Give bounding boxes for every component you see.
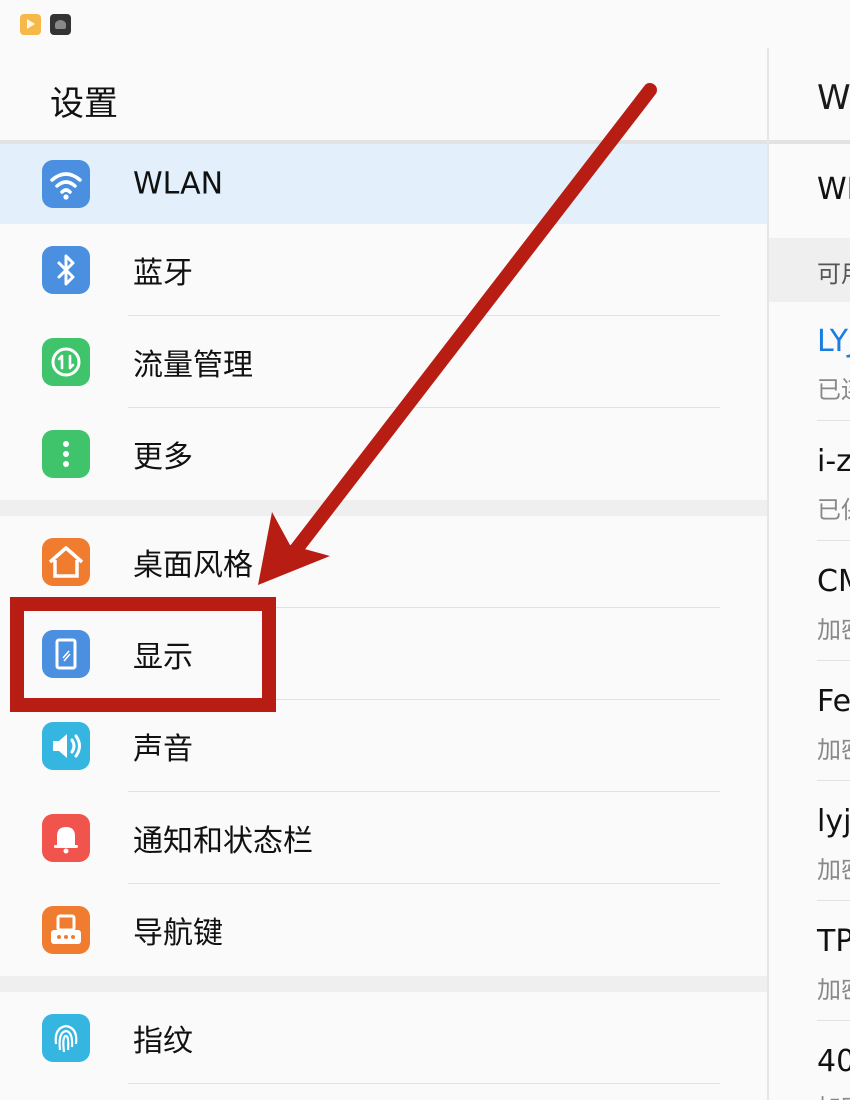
wlan-detail-panel: W WL 可用 LYJ 已连 i-z 已保 CM 加密 Fe 加密 lyj- 加… [769, 48, 850, 1100]
row-divider [817, 420, 850, 421]
annotation-highlight-box [10, 597, 276, 712]
traffic-icon [42, 338, 90, 386]
network-status: 加密 [817, 1088, 850, 1100]
huawei-app-icon [50, 14, 71, 35]
settings-item-bluetooth[interactable]: 蓝牙 [0, 224, 767, 316]
settings-item-label: 导航键 [133, 916, 223, 951]
video-app-icon [20, 14, 41, 35]
network-status: 加密 [817, 616, 850, 644]
wlan-toggle-label[interactable]: WL [817, 172, 850, 207]
settings-item-label: 指纹 [133, 1024, 193, 1059]
detail-title: W [817, 78, 850, 118]
home-style-icon [42, 538, 90, 586]
row-divider [817, 780, 850, 781]
network-name[interactable]: lyj- [817, 804, 850, 839]
row-divider [128, 1083, 720, 1084]
settings-list-panel: 设置 WLAN 蓝牙 流量管理 更多 桌面风格 显示 声音 通知和状态栏 导航键… [0, 48, 767, 1100]
settings-item-more[interactable]: 更多 [0, 408, 767, 500]
settings-item-label: 声音 [133, 732, 193, 767]
network-name[interactable]: i-z [817, 444, 850, 479]
bluetooth-icon [42, 246, 90, 294]
settings-item-sound[interactable]: 声音 [0, 700, 767, 792]
row-divider [817, 1020, 850, 1021]
settings-item-label: 通知和状态栏 [133, 824, 313, 859]
settings-item-fingerprint[interactable]: 指纹 [0, 992, 767, 1084]
sound-icon [42, 722, 90, 770]
notification-icon [42, 814, 90, 862]
network-name[interactable]: LYJ [817, 324, 850, 359]
settings-item-notification[interactable]: 通知和状态栏 [0, 792, 767, 884]
network-name[interactable]: 40 [817, 1044, 850, 1079]
settings-item-home-style[interactable]: 桌面风格 [0, 516, 767, 608]
row-divider [817, 540, 850, 541]
settings-item-label: WLAN [133, 166, 224, 202]
network-status: 已连 [817, 376, 850, 404]
network-status: 已保 [817, 496, 850, 524]
settings-item-navigation-key[interactable]: 导航键 [0, 884, 767, 976]
row-divider [817, 660, 850, 661]
title-divider [769, 140, 850, 144]
wifi-icon [42, 160, 90, 208]
network-name[interactable]: Fe [817, 684, 850, 719]
network-status: 加密 [817, 976, 850, 1004]
settings-item-wlan[interactable]: WLAN [0, 144, 767, 224]
section-gap [0, 500, 767, 516]
settings-item-traffic[interactable]: 流量管理 [0, 316, 767, 408]
page-title: 设置 [50, 84, 118, 124]
navigation-key-icon [42, 906, 90, 954]
more-icon [42, 430, 90, 478]
settings-item-label: 蓝牙 [133, 256, 193, 291]
network-name[interactable]: TP [817, 924, 850, 959]
network-status: 加密 [817, 856, 850, 884]
settings-item-label: 桌面风格 [133, 548, 253, 583]
available-networks-header: 可用 [769, 238, 850, 302]
section-gap [0, 976, 767, 992]
network-status: 加密 [817, 736, 850, 764]
settings-item-label: 流量管理 [133, 348, 253, 383]
settings-item-label: 更多 [133, 440, 193, 475]
status-bar [0, 0, 850, 48]
network-name[interactable]: CM [817, 564, 850, 599]
row-divider [817, 900, 850, 901]
fingerprint-icon [42, 1014, 90, 1062]
